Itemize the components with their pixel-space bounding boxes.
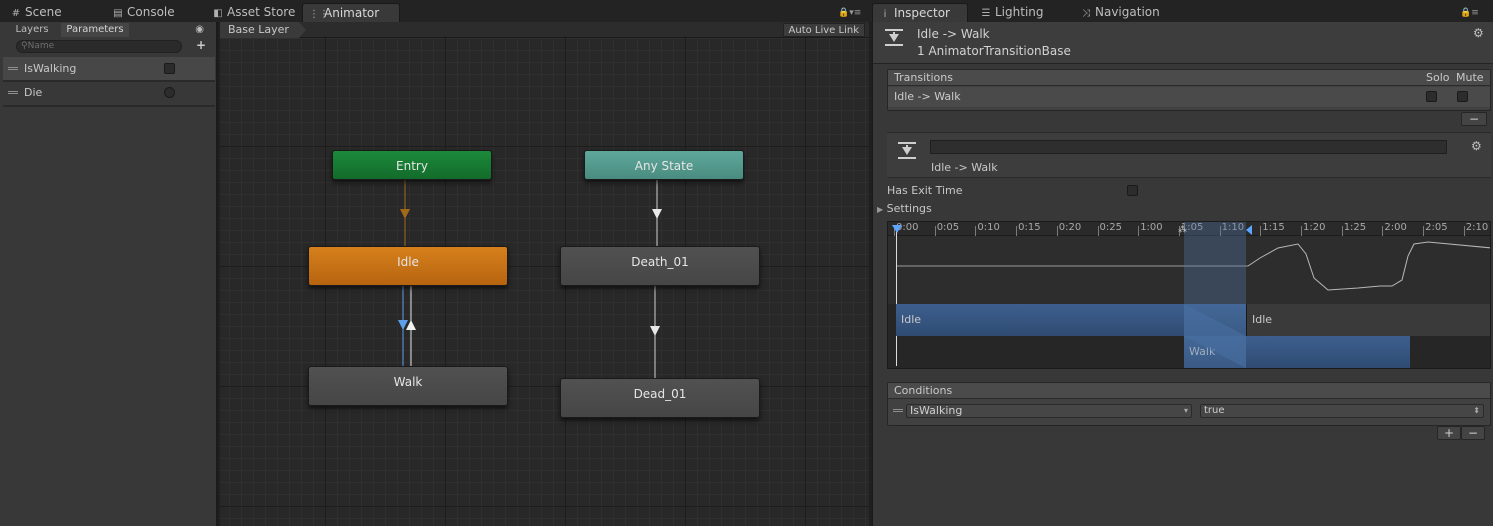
parameter-bool-checkbox[interactable] (164, 63, 175, 74)
transition-duration-range[interactable] (1184, 222, 1246, 368)
parameter-name: Die (24, 86, 43, 99)
inspector-header: Idle -> Walk 1 AnimatorTransitionBase ⚙ (873, 22, 1493, 64)
search-placeholder: Name (27, 41, 55, 51)
has-exit-time-label: Has Exit Time (887, 184, 963, 197)
parameter-row-iswalking[interactable]: IsWalking (3, 57, 215, 80)
tab-console[interactable]: ▤ Console (106, 3, 206, 22)
add-condition-button[interactable]: + (1437, 426, 1461, 440)
tab-asset-store-label: Asset Store (227, 5, 296, 19)
animator-graph[interactable]: Base Layer Auto Live Link Entry Any Stat… (220, 22, 869, 526)
entry-idle-arrow-icon (400, 209, 410, 219)
state-entry[interactable]: Entry (332, 150, 492, 180)
right-tabstrip: i Inspector ☰ Lighting ⤨ Navigation 🔒≡ (870, 0, 1493, 22)
foldout-arrow-icon: ▶ (877, 205, 884, 214)
range-end-handle-icon[interactable] (1246, 225, 1252, 235)
condition-value: true (1204, 405, 1225, 416)
transition-icon (883, 29, 905, 53)
eye-icon[interactable]: ◉ (195, 24, 204, 35)
transition-detail-header: Idle -> Walk ⚙ (887, 132, 1491, 178)
transition-name-label: Idle -> Walk (931, 161, 998, 174)
lighting-icon: ☰ (981, 8, 991, 19)
conditions-list: Conditions IsWalking ▾ true ⬍ (887, 382, 1491, 426)
asset-store-icon: ◧ (213, 8, 223, 19)
state-walk[interactable]: Walk (308, 366, 508, 406)
parameter-name: IsWalking (24, 62, 77, 75)
state-idle[interactable]: Idle (308, 246, 508, 286)
parameters-panel: Layers Parameters ◉ ⚲Name + IsWalking Di… (0, 22, 218, 526)
tab-inspector-label: Inspector (894, 6, 950, 20)
condition-value-dropdown[interactable]: true ⬍ (1200, 404, 1484, 418)
navigation-icon: ⤨ (1082, 8, 1090, 19)
subtab-parameters[interactable]: Parameters (61, 23, 129, 37)
tab-inspector[interactable]: i Inspector (872, 3, 968, 22)
transitions-header: Transitions Solo Mute (888, 70, 1490, 86)
condition-parameter-dropdown[interactable]: IsWalking ▾ (906, 404, 1192, 418)
search-icon: ⚲ (21, 41, 28, 51)
tab-animator-label: Animator (324, 6, 380, 20)
tab-lighting-label: Lighting (995, 5, 1044, 19)
inspector-panel: Idle -> Walk 1 AnimatorTransitionBase ⚙ … (872, 22, 1493, 526)
breadcrumb[interactable]: Base Layer (220, 22, 306, 38)
state-dead-01[interactable]: Dead_01 (560, 378, 760, 418)
condition-row[interactable]: IsWalking ▾ true ⬍ (888, 400, 1490, 422)
anystate-death-arrow-icon (652, 209, 662, 219)
solo-label: Solo (1426, 71, 1450, 84)
solo-checkbox[interactable] (1426, 91, 1437, 102)
state-death-01[interactable]: Death_01 (560, 246, 760, 286)
remove-transition-button[interactable]: − (1461, 112, 1487, 126)
transition-name-field[interactable] (930, 140, 1447, 154)
mute-label: Mute (1456, 71, 1484, 84)
range-start-handle-icon[interactable]: ⁂ (1178, 225, 1187, 235)
tab-scene[interactable]: # Scene (4, 3, 104, 22)
chevron-updown-icon: ⬍ (1473, 406, 1480, 415)
condition-parameter-value: IsWalking (910, 404, 963, 417)
scene-icon: # (11, 8, 21, 19)
transition-row-label: Idle -> Walk (894, 90, 961, 103)
console-icon: ▤ (113, 8, 123, 19)
add-parameter-button[interactable]: + (196, 38, 206, 52)
transition-row[interactable]: Idle -> Walk (888, 87, 1490, 107)
divider (3, 105, 215, 107)
transition-detail-icon (896, 142, 918, 166)
mute-checkbox[interactable] (1457, 91, 1468, 102)
settings-label: Settings (886, 202, 932, 215)
tab-scene-label: Scene (25, 5, 62, 19)
state-any-state[interactable]: Any State (584, 150, 744, 180)
settings-foldout[interactable]: ▶ Settings (877, 202, 932, 215)
tab-navigation-label: Navigation (1095, 5, 1160, 19)
parameter-row-die[interactable]: Die (3, 81, 215, 104)
has-exit-time-checkbox[interactable] (1127, 185, 1138, 196)
inspector-title: Idle -> Walk (917, 27, 990, 41)
transitions-list: Transitions Solo Mute Idle -> Walk (887, 69, 1491, 111)
transition-timeline[interactable]: 0:00 0:05 0:10 0:15 0:20 0:25 1:00 1:05 1:10 1:15… (887, 221, 1491, 369)
inspector-lock-menu-icon[interactable]: 🔒≡ (1460, 8, 1479, 18)
conditions-header: Conditions (888, 383, 1490, 399)
left-tabstrip: # Scene ▤ Console ◧ Asset Store ⋮⋮Animator … (0, 0, 870, 22)
walk-idle-arrow-icon (406, 320, 416, 330)
remove-condition-button[interactable]: − (1461, 426, 1485, 440)
drag-handle-icon[interactable] (8, 91, 18, 94)
tab-animator[interactable]: ⋮⋮Animator (302, 3, 400, 22)
tab-lighting[interactable]: ☰ Lighting (974, 3, 1070, 22)
parameter-trigger-radio[interactable] (164, 87, 175, 98)
drag-handle-icon[interactable] (8, 67, 18, 70)
tab-console-label: Console (127, 5, 175, 19)
subtab-layers[interactable]: Layers (3, 23, 61, 37)
transition-gear-icon[interactable]: ⚙ (1471, 139, 1482, 153)
parameter-search-input[interactable]: ⚲Name (16, 40, 182, 53)
auto-live-link-button[interactable]: Auto Live Link (782, 23, 865, 37)
gear-icon[interactable]: ⚙ (1473, 26, 1484, 40)
idle-walk-arrow-icon (398, 320, 408, 330)
drag-handle-icon[interactable] (893, 409, 903, 412)
tab-navigation[interactable]: ⤨ Navigation (1074, 3, 1184, 22)
chevron-down-icon: ▾ (1183, 406, 1188, 415)
inspector-subtitle: 1 AnimatorTransitionBase (917, 44, 1071, 58)
transitions-header-label: Transitions (894, 71, 953, 84)
lock-menu-icon[interactable]: 🔒▾≡ (838, 8, 861, 18)
graph-toolbar: Base Layer Auto Live Link (220, 22, 869, 38)
death-dead-arrow-icon (650, 326, 660, 336)
tab-asset-store[interactable]: ◧ Asset Store (206, 3, 302, 22)
